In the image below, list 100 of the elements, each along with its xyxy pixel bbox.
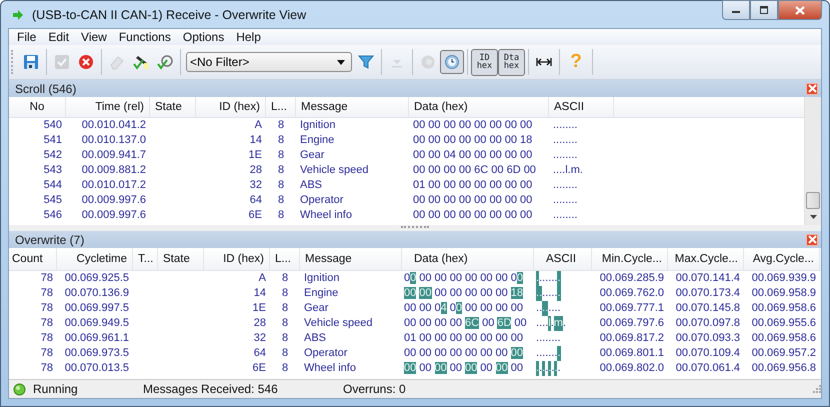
data-byte: 6C	[465, 316, 480, 331]
table-cell-text: 00 00 00 00 6C 00 6D 00	[412, 163, 537, 178]
column-header[interactable]: ID (hex)	[204, 248, 270, 270]
ascii-char: l	[548, 316, 551, 331]
column-header[interactable]: Message	[296, 97, 409, 117]
column-header[interactable]: Count	[9, 248, 57, 270]
data-byte: 00	[434, 346, 447, 361]
data-byte: 00	[510, 271, 523, 286]
table-cell-text: 64	[252, 346, 267, 361]
column-header[interactable]: ASCII	[534, 248, 592, 270]
ascii-char: .	[539, 271, 542, 286]
data-byte: 6D	[497, 316, 512, 331]
data-byte: 00	[465, 361, 478, 376]
column-header[interactable]: State	[150, 97, 196, 117]
menu-item[interactable]: Options	[176, 30, 230, 44]
pane-title: Overwrite (7)	[15, 232, 84, 246]
ascii-char: .	[548, 361, 552, 376]
ascii-char: .	[548, 271, 552, 286]
table-cell-text: 8	[276, 148, 286, 163]
data-byte: 00	[510, 361, 523, 376]
ascii-char: .	[539, 286, 542, 301]
filter-dropdown[interactable]: <No Filter>	[186, 52, 352, 72]
toggle-button[interactable]: ID hex	[471, 48, 498, 76]
column-header[interactable]: T...	[133, 248, 158, 270]
toggle-button[interactable]: Dta hex	[498, 48, 525, 76]
column-header[interactable]: Time (rel)	[66, 97, 150, 117]
column-header[interactable]: Avg.Cycle...	[744, 248, 820, 270]
close-button[interactable]	[778, 0, 822, 20]
ascii-char: .	[554, 301, 558, 316]
menu-item[interactable]: View	[75, 30, 113, 44]
data-byte: 00	[465, 346, 478, 361]
close-button[interactable]	[806, 234, 818, 246]
table-cell-text: Wheel info	[299, 208, 353, 223]
table-cell-text: Vehicle speed	[299, 163, 370, 178]
table-cell-text: 00.010.017.2	[80, 178, 147, 193]
table-cell-text: 00.069.285.9	[598, 271, 665, 286]
table-cell-text: 00.069.939.9	[750, 271, 817, 286]
table-cell-text: 00.069.802.0	[598, 361, 665, 376]
table-cell-text: 14	[248, 133, 263, 148]
column-header[interactable]: Cycletime	[57, 248, 133, 270]
data-byte: 00	[496, 301, 508, 316]
ascii-char: .	[545, 316, 548, 331]
table-cell-text: 1E	[248, 148, 263, 163]
data-byte: 00	[480, 286, 492, 301]
ascii-char: .	[545, 271, 548, 286]
scroll-thumb[interactable]	[806, 192, 820, 209]
scrollbar[interactable]	[804, 97, 821, 225]
column-header[interactable]: ASCII	[549, 97, 614, 117]
table-cell-text: Operator	[303, 346, 348, 361]
table-cell-text: 00.009.997.6	[80, 208, 147, 223]
column-header[interactable]: ID (hex)	[196, 97, 266, 117]
table-cell-text: 00.069.777.1	[598, 301, 665, 316]
ascii-char: .	[562, 316, 566, 331]
close-button[interactable]	[806, 82, 818, 94]
data-byte: 00	[419, 271, 432, 286]
save-icon	[23, 54, 39, 70]
data-byte: 00	[404, 271, 416, 286]
ascii-char: .	[557, 346, 560, 361]
data-byte: 00	[465, 331, 478, 346]
close-icon	[808, 235, 816, 244]
table-cell-text: 00 00 00 00 00 00 00 18	[412, 133, 534, 148]
column-header[interactable]: Data (hex)	[402, 248, 534, 270]
table-cell-text: 00.069.961.1	[64, 331, 130, 346]
column-header[interactable]: State	[158, 248, 204, 270]
column-header[interactable]: L...	[270, 248, 300, 270]
ascii-char: .	[545, 331, 548, 346]
tool-check-icon	[157, 54, 173, 70]
ascii-char: .	[536, 271, 540, 286]
table-cell-text: 00 00 04 00 00 00 00 00	[412, 148, 534, 163]
column-header[interactable]: Data (hex)	[409, 97, 549, 117]
data-byte: 00	[450, 316, 462, 331]
arrow-icon	[12, 10, 24, 20]
menu-item[interactable]: File	[11, 30, 42, 44]
table-cell-text: 78	[40, 346, 54, 361]
data-byte: 00	[510, 346, 523, 361]
checkbox-icon	[54, 54, 70, 70]
ascii-char: .	[536, 316, 540, 331]
ascii-char: .	[557, 271, 560, 286]
table-cell-text: 00.070.145.8	[674, 301, 741, 316]
column-header[interactable]: Min.Cycle...	[592, 248, 668, 270]
menu-item[interactable]: Edit	[42, 30, 76, 44]
ascii-char: .	[542, 316, 546, 331]
menu-item[interactable]: Functions	[112, 30, 177, 44]
column-header[interactable]: Max.Cycle...	[668, 248, 744, 270]
minimize-button[interactable]	[722, 0, 750, 20]
table-cell-text: Engine	[299, 133, 336, 148]
table-cell-text: 00.069.958.6	[750, 331, 817, 346]
table-cell-text: 8	[280, 346, 290, 361]
table-cell-text: 00.070.093.3	[674, 331, 741, 346]
menu-item[interactable]: Help	[230, 30, 267, 44]
maximize-icon	[759, 6, 769, 14]
column-header[interactable]: No	[9, 97, 66, 117]
table-cell-text: 28	[252, 316, 267, 331]
table-cell-text: 542	[42, 148, 63, 163]
data-byte: 00	[480, 361, 492, 376]
column-header[interactable]: Message	[300, 248, 402, 270]
table-cell-text: 8	[280, 361, 290, 376]
maximize-button[interactable]	[750, 0, 778, 20]
status-text: Overruns: 0	[343, 382, 406, 396]
column-header[interactable]: L...	[266, 97, 296, 117]
